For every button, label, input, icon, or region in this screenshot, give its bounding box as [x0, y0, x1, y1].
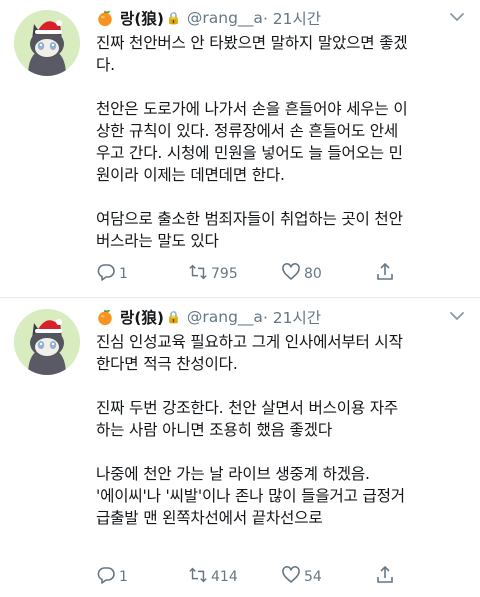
- display-name[interactable]: 랑(狼): [120, 7, 164, 29]
- retweet-icon: [188, 565, 208, 589]
- tweet-text-line: 우고 간다. 시청에 민원을 넣어도 늘 들어오는 민: [96, 144, 403, 162]
- orange-emoji-icon: [98, 309, 112, 326]
- tweet-text-line: 버스라는 말도 있다: [96, 232, 219, 250]
- tweet-actions: 1 795 80: [96, 262, 395, 286]
- tweet-actions: 1 414 54: [96, 565, 395, 589]
- like-count: 54: [304, 569, 322, 585]
- tweet-text-line: 나중에 천안 가는 날 라이브 생중계 하겠음.: [96, 465, 370, 483]
- tweet-text-line: 진심 인성교육 필요하고 그게 인사에서부터 시작: [96, 333, 403, 351]
- like-button[interactable]: 80: [281, 262, 375, 286]
- orange-emoji-icon: [98, 10, 112, 27]
- retweet-button[interactable]: 795: [188, 262, 281, 286]
- display-name[interactable]: 랑(狼): [120, 306, 164, 328]
- tweet-text-line: 급출발 맨 왼쪽차선에서 끝차선으로: [96, 509, 323, 527]
- retweet-count: 414: [211, 569, 238, 585]
- tweet-text-line: 천안은 도로가에 나가서 손을 흔들어야 세우는 이: [96, 100, 408, 118]
- retweet-icon: [188, 262, 208, 286]
- share-button[interactable]: [375, 262, 395, 286]
- like-button[interactable]: 54: [281, 565, 375, 589]
- tweet-text-line: 다.: [96, 56, 115, 74]
- user-handle[interactable]: @rang__a: [187, 308, 263, 326]
- tweet-text-line: 진짜 천안버스 안 타봤으면 말하지 말았으면 좋겠: [96, 34, 408, 52]
- timestamp[interactable]: · 21시간: [263, 7, 321, 29]
- tweet-text-line: 하는 사람 아니면 조용히 했음 좋겠다: [96, 421, 332, 439]
- timestamp[interactable]: · 21시간: [263, 306, 321, 328]
- tweet-header: 랑(狼) 🔒 @rang__a · 21시간: [96, 305, 321, 329]
- reply-icon: [96, 565, 116, 589]
- avatar[interactable]: [14, 10, 80, 76]
- tweet-text-line: 원이라 이제는 데면데면 한다.: [96, 166, 285, 184]
- retweet-count: 795: [211, 266, 238, 282]
- share-icon: [375, 262, 395, 286]
- share-icon: [375, 565, 395, 589]
- reply-count: 1: [119, 569, 128, 585]
- retweet-button[interactable]: 414: [188, 565, 281, 589]
- reply-count: 1: [119, 266, 128, 282]
- heart-icon: [281, 262, 301, 286]
- tweet-body: 진심 인성교육 필요하고 그게 인사에서부터 시작한다면 적극 찬성이다. 진짜 …: [96, 331, 468, 529]
- tweet-text-line: 진짜 두번 강조한다. 천안 살면서 버스이용 자주: [96, 399, 399, 417]
- reply-icon: [96, 262, 116, 286]
- tweet[interactable]: 랑(狼) 🔒 @rang__a · 21시간 진짜 천안버스 안 타봤으면 말하…: [0, 0, 480, 298]
- user-handle[interactable]: @rang__a: [187, 9, 263, 27]
- chevron-down-icon[interactable]: [448, 8, 466, 26]
- tweet-text-line: '에이씨'나 '씨발'이나 존나 많이 들을거고 급정거: [96, 487, 405, 505]
- tweet[interactable]: 랑(狼) 🔒 @rang__a · 21시간 진심 인성교육 필요하고 그게 인…: [0, 299, 480, 597]
- heart-icon: [281, 565, 301, 589]
- tweet-text-line: 한다면 적극 찬성이다.: [96, 355, 238, 373]
- protected-lock-icon: 🔒: [165, 11, 181, 25]
- protected-lock-icon: 🔒: [165, 310, 181, 324]
- tweet-text-line: 여담으로 출소한 범죄자들이 취업하는 곳이 천안: [96, 210, 403, 228]
- chevron-down-icon[interactable]: [448, 307, 466, 325]
- tweet-text-line: 상한 규칙이 있다. 정류장에서 손 흔들어도 안세: [96, 122, 399, 140]
- avatar[interactable]: [14, 309, 80, 375]
- tweet-header: 랑(狼) 🔒 @rang__a · 21시간: [96, 6, 321, 30]
- share-button[interactable]: [375, 565, 395, 589]
- reply-button[interactable]: 1: [96, 262, 188, 286]
- like-count: 80: [304, 266, 322, 282]
- tweet-body: 진짜 천안버스 안 타봤으면 말하지 말았으면 좋겠다. 천안은 도로가에 나가서…: [96, 32, 468, 252]
- reply-button[interactable]: 1: [96, 565, 188, 589]
